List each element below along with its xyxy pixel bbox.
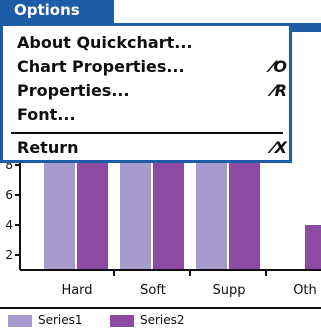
menu-item-chart-properties[interactable]: Chart Properties... ⁄O	[17, 55, 287, 79]
y-tick-label-4: 4	[5, 218, 13, 232]
options-dropdown-menu: About Quickchart... Chart Properties... …	[0, 23, 292, 163]
menu-item-font[interactable]: Font...	[17, 103, 287, 127]
x-tick-label-hard: Hard	[61, 283, 92, 298]
x-tick-label-oth: Oth	[293, 283, 317, 298]
shortcut-o: ⁄O	[270, 57, 287, 76]
legend-label-series1: Series1	[38, 313, 83, 327]
shortcut-x: ⁄X	[271, 138, 287, 157]
legend-label-series2: Series2	[140, 313, 185, 327]
menu-item-properties[interactable]: Properties... ⁄R	[17, 79, 287, 103]
menu-item-properties-label: Properties...	[17, 81, 130, 100]
x-tick-label-soft: Soft	[140, 283, 166, 298]
legend-item-series1: Series1	[8, 312, 83, 328]
menu-item-font-label: Font...	[17, 105, 76, 124]
bar-series2-oth	[305, 225, 321, 270]
legend-swatch-series1	[8, 314, 32, 327]
x-tick-label-supp: Supp	[213, 283, 246, 298]
menu-item-about[interactable]: About Quickchart...	[17, 31, 287, 55]
legend-item-series2: Series2	[110, 312, 185, 328]
menu-item-return-label: Return	[17, 138, 79, 157]
y-tick-label-6: 6	[5, 188, 13, 202]
options-menu-tab[interactable]: Options	[0, 0, 114, 23]
y-tick-label-2: 2	[5, 248, 13, 262]
menu-item-return[interactable]: Return ⁄X	[17, 136, 287, 160]
legend-swatch-series2	[110, 314, 134, 327]
quickchart-screen: 2 4 6 8 Hard Soft Supp Oth Options About Quickc…	[0, 0, 321, 328]
menu-separator	[11, 132, 283, 134]
shortcut-r: ⁄R	[272, 81, 287, 100]
menu-item-about-label: About Quickchart...	[17, 33, 193, 52]
menu-item-chart-properties-label: Chart Properties...	[17, 57, 185, 76]
chart-legend: Series1 Series2	[0, 312, 321, 328]
